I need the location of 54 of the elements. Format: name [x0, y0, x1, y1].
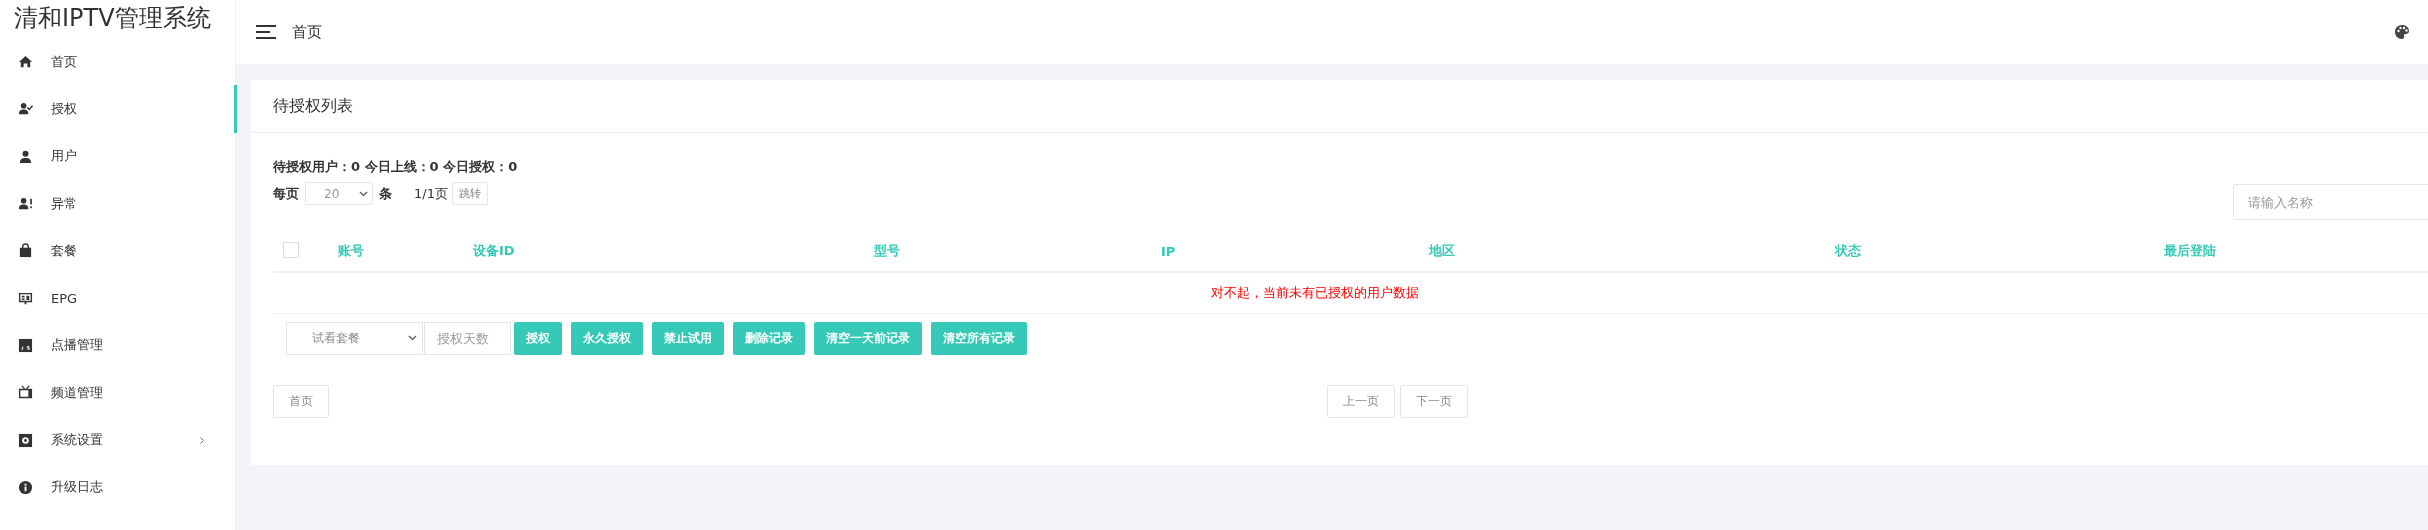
sidebar-item[interactable]: EPG — [0, 274, 235, 322]
days-field[interactable]: 授权天数 — [424, 321, 511, 355]
action-button[interactable]: 禁止试用 — [652, 321, 724, 355]
jump-button[interactable]: 跳转 — [451, 182, 488, 205]
sidebar-item[interactable]: 点播管理 — [0, 321, 235, 370]
monitor-icon — [18, 290, 33, 306]
action-button[interactable]: 删除记录 — [733, 321, 805, 355]
action-button[interactable]: 永久授权 — [571, 321, 643, 355]
action-button[interactable]: 清空所有记录 — [931, 321, 1027, 355]
per-page-label: 每页 — [273, 184, 299, 203]
sidebar-item[interactable]: 套餐 — [0, 227, 235, 275]
column-header[interactable]: 最后登陆 — [2164, 243, 2216, 258]
column-header[interactable]: 状态 — [1835, 243, 1861, 258]
info-icon — [18, 479, 33, 495]
column-header[interactable]: IP — [1161, 243, 1176, 259]
column-header[interactable]: 地区 — [1429, 243, 1455, 258]
chevron-down-icon — [408, 335, 417, 341]
sidebar-item[interactable]: 异常 — [0, 179, 235, 228]
sidebar-item[interactable]: 用户 — [0, 132, 235, 180]
sidebar-item[interactable]: 升级日志 — [0, 463, 235, 511]
user-check-icon — [18, 101, 33, 117]
select-all-checkbox[interactable] — [283, 242, 299, 258]
first-page-button[interactable]: 首页 — [273, 385, 329, 418]
page-size-select[interactable]: 20 — [305, 182, 373, 205]
app-title: 清和IPTV管理系统 — [13, 3, 212, 34]
bag-icon — [18, 243, 33, 259]
file-icon — [18, 337, 33, 353]
page-info: 1/1页 — [414, 184, 448, 203]
search-field[interactable]: 请输入名称 — [2233, 184, 2428, 220]
package-select[interactable]: 试看套餐 — [286, 321, 423, 355]
column-header[interactable]: 账号 — [338, 243, 364, 258]
user-icon — [18, 148, 33, 164]
sidebar-item[interactable]: 系统设置 — [0, 416, 235, 464]
next-page-button[interactable]: 下一页 — [1399, 385, 1468, 418]
chevron-down-icon — [359, 190, 368, 197]
card-title: 待授权列表 — [273, 95, 353, 117]
gear-icon — [18, 432, 33, 448]
menu-icon[interactable] — [256, 24, 276, 40]
sidebar-item[interactable]: 授权 — [0, 85, 235, 133]
sidebar-item[interactable]: 频道管理 — [0, 369, 235, 417]
unit-label: 条 — [379, 184, 392, 203]
prev-page-button[interactable]: 上一页 — [1326, 385, 1395, 418]
action-button[interactable]: 授权 — [514, 321, 562, 355]
sidebar-item[interactable]: 首页 — [0, 38, 235, 86]
empty-message: 对不起，当前未有已授权的用户数据 — [1211, 284, 1419, 302]
column-header[interactable]: 型号 — [874, 243, 900, 258]
action-button[interactable]: 清空一天前记录 — [814, 321, 922, 355]
breadcrumb[interactable]: 首页 — [292, 22, 322, 42]
column-header[interactable]: 设备ID — [473, 243, 515, 258]
home-icon — [18, 54, 33, 70]
user-alert-icon — [18, 196, 33, 212]
tv-icon — [18, 385, 33, 401]
stats-text: 待授权用户：0 今日上线：0 今日授权：0 — [273, 158, 519, 176]
palette-icon[interactable] — [2394, 24, 2410, 40]
